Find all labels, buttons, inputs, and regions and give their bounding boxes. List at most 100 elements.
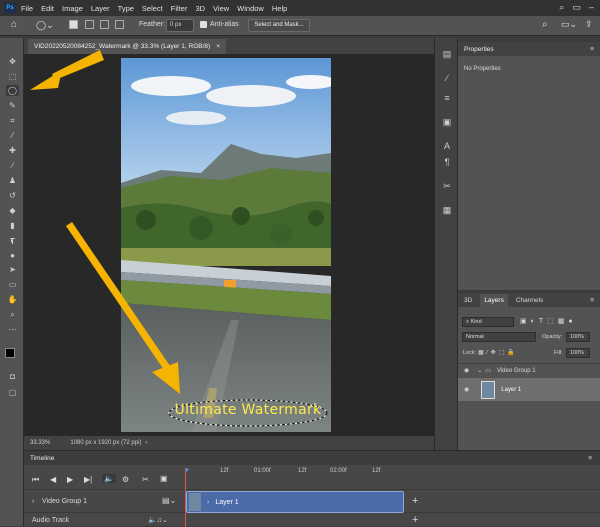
filter-icons[interactable]: ▣◐T⬚▦●	[520, 317, 577, 325]
workspace-icon[interactable]: ▭	[572, 2, 581, 13]
foreground-color-swatch[interactable]	[5, 348, 15, 358]
transition-icon[interactable]: ▣	[160, 474, 168, 483]
timeline-title: Timeline	[30, 454, 55, 462]
audio-icons[interactable]: 🔈♫⌄	[148, 516, 168, 524]
clip-thumbnail	[189, 493, 201, 511]
menu-item-view[interactable]: View	[213, 4, 229, 13]
film-icon[interactable]: ▤⌄	[162, 496, 176, 505]
home-icon[interactable]: ⌂	[11, 19, 17, 30]
adjustments-panel-icon[interactable]: ≡	[441, 92, 453, 104]
fill-input[interactable]: 100%	[566, 348, 590, 358]
new-selection-icon[interactable]	[69, 20, 78, 29]
move-tool-icon[interactable]: ✥	[6, 56, 19, 67]
subtract-selection-icon[interactable]	[100, 20, 109, 29]
zoom-level: 33.33%	[30, 440, 51, 446]
chevron-right-icon[interactable]: ›	[32, 498, 34, 505]
opacity-input[interactable]: 100%	[566, 332, 590, 342]
document-tab[interactable]: VID20220520084252_Watermark @ 33.3% (Lay…	[28, 39, 226, 54]
paragraph-panel-icon[interactable]: ¶	[441, 156, 453, 168]
path-selection-tool-icon[interactable]: ➤	[6, 264, 19, 275]
gradient-tool-icon[interactable]: ▮	[6, 220, 19, 231]
video-clip[interactable]: › Layer 1	[186, 491, 404, 513]
menu-item-edit[interactable]: Edit	[41, 4, 54, 13]
search-icon[interactable]: ⌕	[559, 2, 564, 13]
workspace-icon[interactable]: ▭⌄	[561, 19, 577, 30]
layer-row-group[interactable]: ◉ ⌄ ▭ Video Group 1	[458, 363, 600, 377]
eyedropper-tool-icon[interactable]: ⁄	[6, 130, 19, 141]
chevron-right-icon[interactable]: ›	[207, 499, 209, 506]
next-frame-icon[interactable]: ▶|	[84, 475, 92, 484]
play-icon[interactable]: ▶	[67, 475, 73, 484]
type-tool-icon[interactable]: T	[6, 236, 19, 247]
info-arrow-icon[interactable]: ›	[145, 440, 147, 446]
go-to-first-frame-icon[interactable]: ⏮	[32, 475, 39, 485]
time-ruler[interactable]: ▼ 12f 01:00f 12f 02:00f 12f	[182, 468, 600, 478]
add-audio-icon[interactable]: +	[412, 514, 418, 526]
settings-icon[interactable]: ⚙	[122, 475, 129, 484]
pen-tool-icon[interactable]	[6, 196, 19, 207]
menu-item-3d[interactable]: 3D	[195, 4, 205, 13]
antialias-checkbox[interactable]	[200, 21, 207, 28]
panel-menu-icon[interactable]: ≡	[590, 297, 594, 304]
menu-item-image[interactable]: Image	[62, 4, 83, 13]
document-image[interactable]: Ultimate Watermark	[121, 58, 331, 432]
clone-stamp-tool-icon[interactable]: ♟	[6, 175, 19, 186]
libraries-panel-icon[interactable]: ▣	[441, 116, 453, 128]
lasso-tool-icon[interactable]: ◯	[6, 85, 19, 96]
menu-item-window[interactable]: Window	[237, 4, 264, 13]
visibility-eye-icon[interactable]: ◉	[464, 386, 469, 393]
select-and-mask-button[interactable]: Select and Mask...	[248, 19, 310, 32]
properties-panel-icon[interactable]: ▤	[441, 48, 453, 60]
share-icon[interactable]: ⇪	[585, 19, 593, 30]
panel-menu-icon[interactable]: ≡	[590, 46, 594, 53]
chevron-down-icon[interactable]: ⌄	[477, 367, 482, 374]
properties-header: Properties ≡	[458, 42, 600, 56]
menu-item-layer[interactable]: Layer	[91, 4, 110, 13]
menu-item-select[interactable]: Select	[142, 4, 163, 13]
close-icon[interactable]: ×	[216, 43, 220, 50]
lock-icons[interactable]: ▦∕✥⬚🔒	[478, 349, 518, 356]
zoom-tool-icon[interactable]: ⌕	[6, 309, 19, 320]
panel-menu-icon[interactable]: ≡	[588, 455, 592, 462]
feather-input[interactable]: 0 px	[166, 19, 194, 32]
more-tools-icon[interactable]: ⋯	[6, 324, 19, 335]
menu-item-file[interactable]: File	[21, 4, 33, 13]
previous-frame-icon[interactable]: ◀	[50, 475, 56, 484]
tab-3d[interactable]: 3D	[464, 297, 472, 304]
brush-panel-icon[interactable]: ∕	[441, 72, 453, 84]
minimize-icon[interactable]: –	[589, 2, 594, 13]
dodge-tool-icon[interactable]: ●	[6, 250, 19, 261]
quick-select-tool-icon[interactable]: ✎	[6, 100, 19, 111]
layer-row-layer1[interactable]: ◉ Layer 1	[458, 378, 600, 401]
tab-channels[interactable]: Channels	[516, 297, 543, 304]
add-selection-icon[interactable]	[85, 20, 94, 29]
add-media-icon[interactable]: +	[412, 495, 418, 507]
timeline-panel: Timeline ≡ ⏮ ◀ ▶ ▶| 🔈 ⚙ ✂ ▣ ▼ 12f 01:00f…	[24, 450, 600, 527]
menu-item-help[interactable]: Help	[272, 4, 287, 13]
crop-tool-icon[interactable]: ⌗	[6, 115, 19, 126]
visibility-eye-icon[interactable]: ◉	[464, 367, 469, 374]
intersect-selection-icon[interactable]	[115, 20, 124, 29]
layer-comps-icon[interactable]: ▦	[441, 204, 453, 216]
hand-tool-icon[interactable]: ✋	[6, 294, 19, 305]
split-icon[interactable]: ✂	[142, 475, 149, 484]
search-icon[interactable]: ⌕	[542, 19, 548, 30]
menu-item-type[interactable]: Type	[118, 4, 134, 13]
options-bar: ⌂ ◯⌄ Feather: 0 px Anti-alias Select and…	[0, 16, 600, 36]
menu-item-filter[interactable]: Filter	[171, 4, 188, 13]
lock-label: Lock:	[463, 350, 477, 356]
lasso-tool-preset-icon[interactable]: ◯⌄	[36, 20, 54, 31]
tab-layers[interactable]: Layers	[480, 293, 508, 307]
brush-tool-icon[interactable]: ∕	[6, 160, 19, 171]
filter-kind-select[interactable]: ⌕ Kind	[462, 317, 514, 327]
tools-panel-icon[interactable]: ✂	[441, 180, 453, 192]
menu-bar: Ps File Edit Image Layer Type Select Filter 3D V…	[0, 0, 600, 16]
screen-mode-icon[interactable]: ▢	[6, 387, 19, 398]
character-panel-icon[interactable]: A	[441, 140, 453, 152]
quick-mask-icon[interactable]: ◘	[6, 371, 19, 382]
blend-mode-select[interactable]: Normal	[462, 332, 536, 342]
marquee-tool-icon[interactable]: ⬚	[6, 71, 19, 82]
rectangle-tool-icon[interactable]: ▭	[6, 279, 19, 290]
healing-brush-tool-icon[interactable]: ✚	[6, 145, 19, 156]
mute-audio-icon[interactable]: 🔈	[102, 474, 116, 483]
